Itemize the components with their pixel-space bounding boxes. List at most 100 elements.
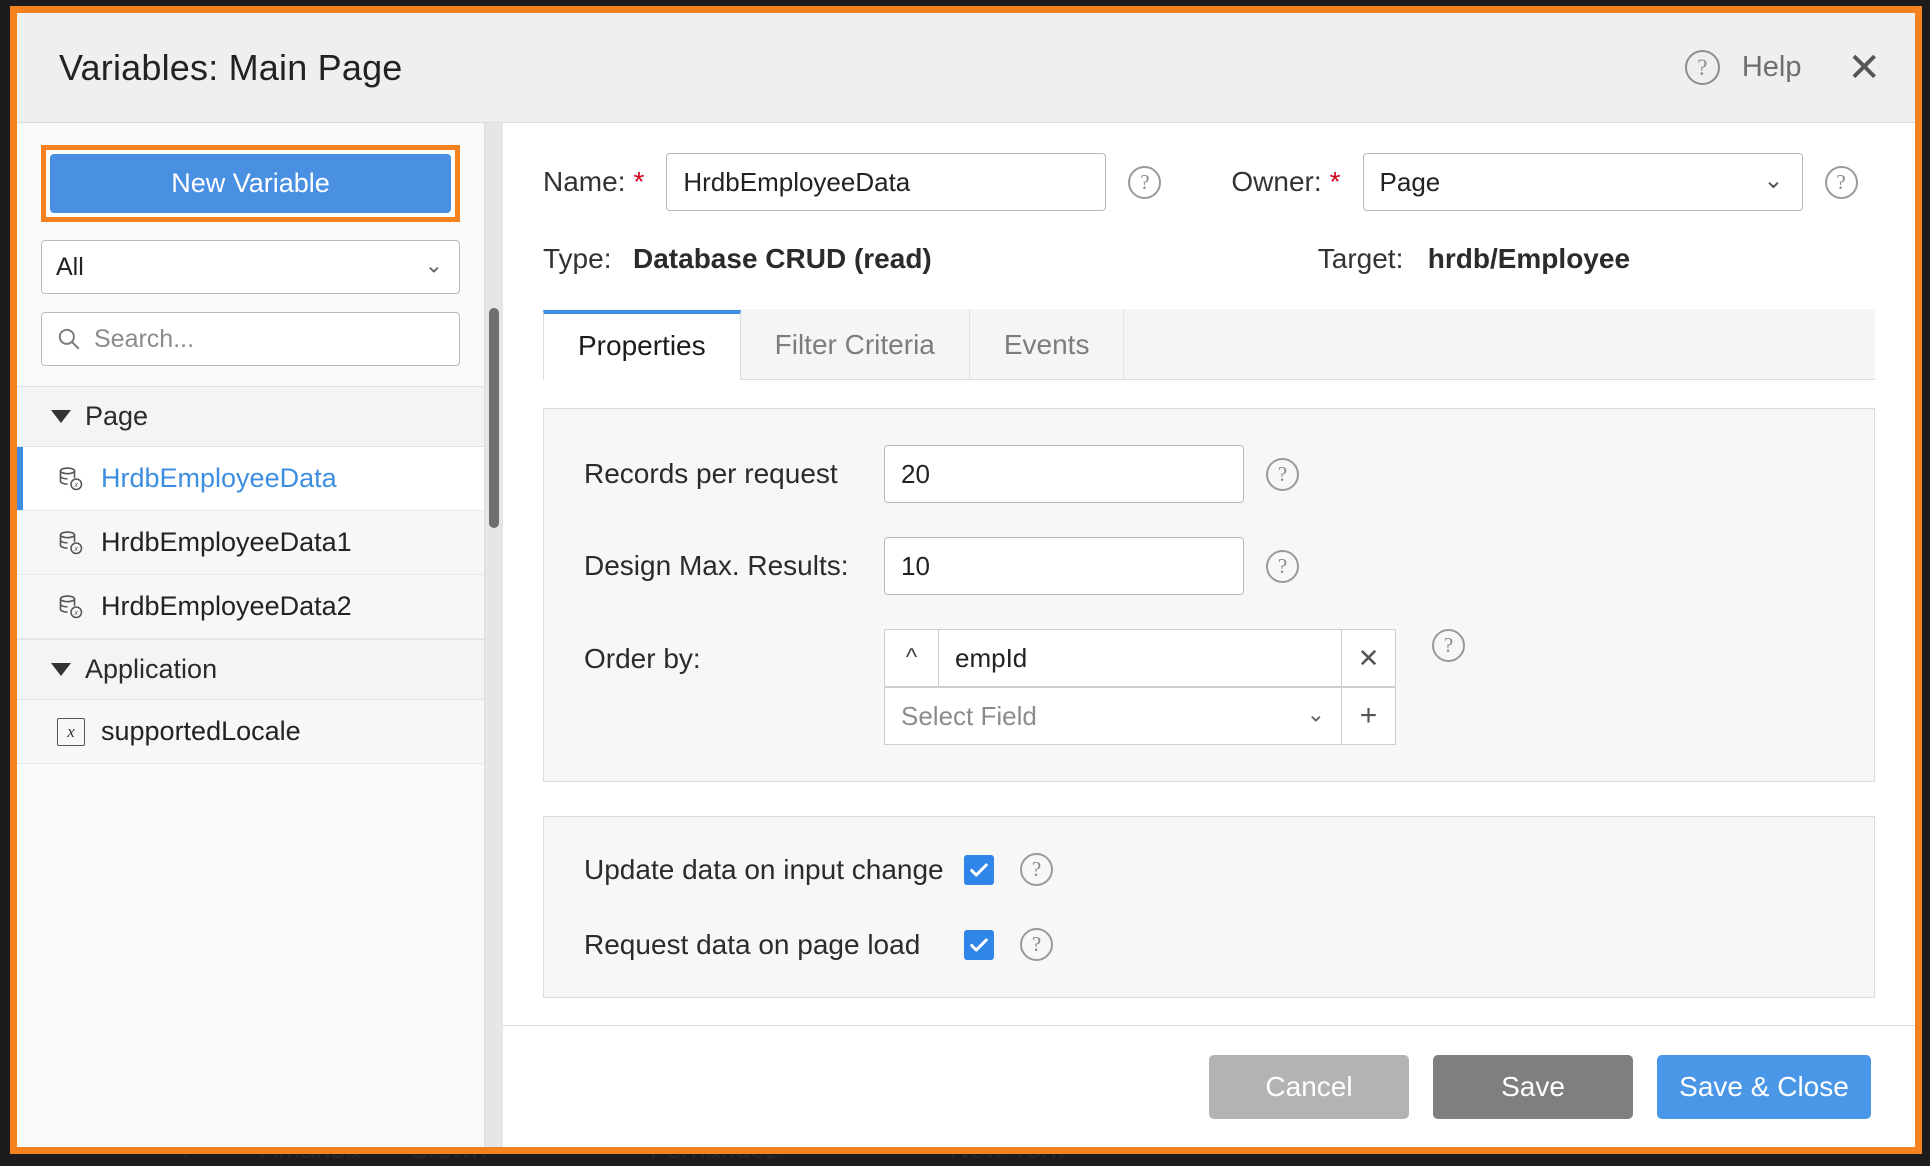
dialog-title: Variables: Main Page [59, 46, 403, 88]
name-input[interactable] [666, 153, 1107, 211]
save-and-close-button[interactable]: Save & Close [1657, 1054, 1871, 1119]
chevron-down-icon: ⌄ [424, 252, 443, 278]
question-circle-icon[interactable]: ? [1020, 853, 1053, 886]
variable-label: supportedLocale [101, 716, 301, 746]
svg-text:x: x [74, 610, 79, 617]
query-settings-card: Records per request ? Design Max. Result… [543, 408, 1875, 782]
chevron-down-icon: ⌄ [1306, 701, 1325, 727]
order-by-label: Order by: [584, 643, 701, 674]
records-per-request-label: Records per request [584, 458, 838, 489]
new-variable-highlight: New Variable [41, 145, 460, 222]
target-label: Target: [1317, 243, 1404, 274]
order-by-field-select[interactable]: Select Field ⌄ [884, 687, 1342, 745]
header-actions: ? Help ✕ [1684, 48, 1881, 88]
check-icon [970, 937, 988, 952]
group-header-application[interactable]: Application [17, 639, 484, 700]
question-circle-icon[interactable]: ? [1020, 928, 1053, 961]
question-circle-icon[interactable]: ? [1266, 549, 1299, 583]
group-header-page[interactable]: Page [17, 386, 484, 447]
data-behavior-card: Update data on input change ? Request da… [543, 816, 1875, 998]
variable-detail-pane: Name: * ? Owner: * Page ⌄ ? [503, 123, 1915, 1147]
order-by-add-entry: Select Field ⌄ + [884, 687, 1396, 745]
chevron-up-icon[interactable]: ^ [885, 630, 939, 686]
variable-item-supportedlocale[interactable]: x supportedLocale [17, 700, 484, 764]
save-button[interactable]: Save [1433, 1054, 1633, 1119]
order-by-select-placeholder: Select Field [901, 700, 1037, 731]
question-circle-icon[interactable]: ? [1824, 165, 1858, 199]
name-required-star: * [633, 166, 645, 197]
tab-filter-criteria[interactable]: Filter Criteria [740, 309, 970, 379]
variable-meta-area: Name: * ? Owner: * Page ⌄ ? [503, 123, 1915, 275]
group-label-page: Page [85, 401, 149, 431]
detail-tabs: Properties Filter Criteria Events [543, 309, 1875, 380]
type-value: Database CRUD (read) [633, 243, 932, 274]
database-variable-icon: x [59, 466, 83, 490]
records-per-request-input[interactable] [884, 445, 1244, 503]
target-value: hrdb/Employee [1427, 243, 1631, 274]
dialog-body: New Variable All ⌄ Search... Page x Hrdb… [17, 123, 1915, 1147]
order-by-entry: ^ empId ✕ [884, 629, 1396, 687]
variable-x-icon: x [57, 717, 85, 746]
owner-label: Owner: [1231, 166, 1322, 197]
variable-list: Page x HrdbEmployeeData x HrdbEmployeeDa… [17, 386, 484, 1147]
question-circle-icon[interactable]: ? [1266, 457, 1299, 491]
help-link[interactable]: Help [1742, 51, 1802, 84]
name-row: Name: * ? Owner: * Page ⌄ ? [543, 153, 1875, 211]
close-icon[interactable]: ✕ [1847, 48, 1881, 88]
variable-label: HrdbEmployeeData [101, 463, 337, 493]
design-max-results-row: Design Max. Results: ? [584, 537, 1834, 595]
variables-dialog: Variables: Main Page ? Help ✕ New Variab… [17, 13, 1915, 1147]
owner-group: Owner: * Page ⌄ ? [1231, 153, 1858, 211]
records-per-request-row: Records per request ? [584, 445, 1834, 503]
variable-item-hrdbemployeedata1[interactable]: x HrdbEmployeeData1 [17, 511, 484, 575]
order-by-row: Order by: ^ empId ✕ Select Field ⌄ + ? [584, 629, 1834, 745]
order-by-widget: ^ empId ✕ Select Field ⌄ + [884, 629, 1396, 745]
variable-filter-select[interactable]: All ⌄ [41, 240, 460, 294]
request-on-page-load-checkbox[interactable] [964, 929, 994, 960]
variables-sidebar: New Variable All ⌄ Search... Page x Hrdb… [17, 123, 485, 1147]
caret-down-icon [51, 410, 71, 423]
design-max-results-input[interactable] [884, 537, 1244, 595]
sidebar-scrollbar[interactable] [485, 123, 503, 1147]
variable-item-hrdbemployeedata2[interactable]: x HrdbEmployeeData2 [17, 575, 484, 639]
plus-icon[interactable]: + [1342, 687, 1396, 745]
question-circle-icon[interactable]: ? [1684, 50, 1720, 85]
close-icon[interactable]: ✕ [1341, 630, 1395, 686]
dialog-footer: Cancel Save Save & Close [503, 1025, 1915, 1147]
tab-events[interactable]: Events [969, 309, 1125, 379]
name-label: Name: [543, 166, 626, 197]
database-variable-icon: x [59, 594, 83, 618]
update-on-input-change-label: Update data on input change [584, 853, 944, 885]
order-by-field-value[interactable]: empId [939, 630, 1341, 686]
variable-label: HrdbEmployeeData2 [101, 591, 352, 621]
svg-text:x: x [74, 546, 79, 553]
chevron-down-icon: ⌄ [1763, 167, 1784, 195]
search-input[interactable] [94, 324, 445, 354]
dialog-header: Variables: Main Page ? Help ✕ [17, 13, 1915, 123]
search-icon [58, 328, 80, 350]
tab-properties[interactable]: Properties [543, 310, 741, 380]
variable-label: HrdbEmployeeData1 [101, 527, 352, 557]
question-circle-icon[interactable]: ? [1432, 629, 1465, 662]
caret-down-icon [51, 663, 71, 676]
type-target-row: Type: Database CRUD (read) Target: hrdb/… [543, 243, 1875, 275]
cancel-button[interactable]: Cancel [1209, 1054, 1409, 1119]
database-variable-icon: x [59, 530, 83, 554]
svg-text:x: x [74, 482, 79, 489]
new-variable-button[interactable]: New Variable [50, 154, 451, 213]
design-max-results-label: Design Max. Results: [584, 550, 849, 581]
update-on-input-change-checkbox[interactable] [964, 854, 994, 885]
question-circle-icon[interactable]: ? [1128, 165, 1162, 199]
scrollbar-thumb[interactable] [489, 308, 499, 528]
variable-filter-wrapper: All ⌄ [41, 240, 460, 294]
update-on-input-change-row: Update data on input change ? [584, 853, 1834, 886]
request-on-page-load-label: Request data on page load [584, 928, 921, 960]
group-label-application: Application [85, 654, 218, 684]
properties-tab-content: Records per request ? Design Max. Result… [543, 380, 1875, 1025]
variable-filter-value: All [56, 252, 84, 281]
type-label: Type: [543, 243, 612, 274]
owner-select[interactable]: Page ⌄ [1362, 153, 1803, 211]
search-wrapper [41, 312, 460, 366]
search-box[interactable] [41, 312, 460, 366]
variable-item-hrdbemployeedata[interactable]: x HrdbEmployeeData [17, 447, 484, 511]
